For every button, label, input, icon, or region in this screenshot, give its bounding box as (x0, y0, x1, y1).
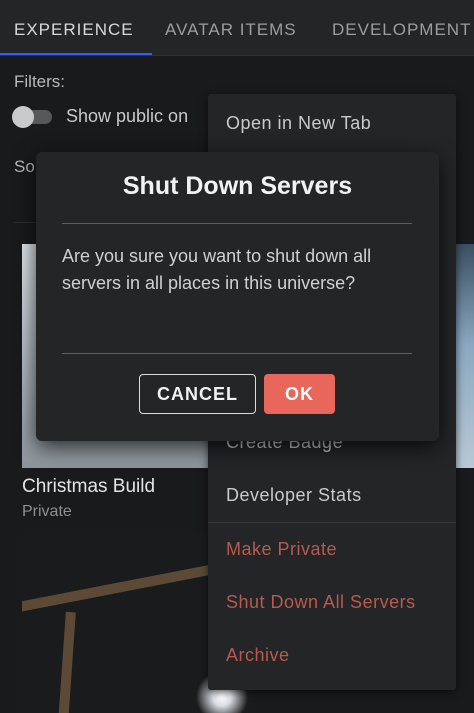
menu-item-make-private[interactable]: Make Private (226, 539, 337, 560)
toggle-knob (12, 106, 34, 128)
dialog-divider-bottom (62, 353, 412, 354)
ok-button[interactable]: OK (264, 374, 335, 414)
sort-label: So (14, 157, 35, 176)
tab-experience[interactable]: EXPERIENCE (14, 0, 134, 55)
show-public-toggle[interactable] (12, 106, 53, 128)
dialog-title: Shut Down Servers (122, 172, 353, 200)
menu-item-open-new-tab[interactable]: Open in New Tab (226, 113, 371, 134)
show-public-label: Show public on (66, 106, 189, 126)
experience-status: Private (22, 503, 72, 520)
tab-avatar-items[interactable]: AVATAR ITEMS (165, 0, 297, 55)
dialog-message: Are you sure you want to shut down all s… (62, 246, 372, 293)
experience-title[interactable]: Christmas Build (22, 476, 155, 498)
tab-bar: EXPERIENCE AVATAR ITEMS DEVELOPMENT (0, 0, 474, 56)
dialog-divider-top (62, 223, 412, 224)
menu-divider (208, 522, 456, 523)
menu-item-shut-down-all-servers[interactable]: Shut Down All Servers (226, 592, 416, 613)
tab-development[interactable]: DEVELOPMENT (332, 0, 471, 55)
menu-item-archive[interactable]: Archive (226, 645, 290, 666)
menu-item-developer-stats[interactable]: Developer Stats (226, 485, 362, 506)
thumbnail-post (58, 611, 76, 713)
shut-down-dialog: Shut Down Servers Are you sure you want … (36, 152, 439, 441)
experience-thumbnail-partial[interactable] (456, 244, 474, 468)
filters-label: Filters: (14, 72, 65, 91)
active-tab-indicator (0, 53, 152, 55)
cancel-button[interactable]: CANCEL (139, 374, 256, 414)
